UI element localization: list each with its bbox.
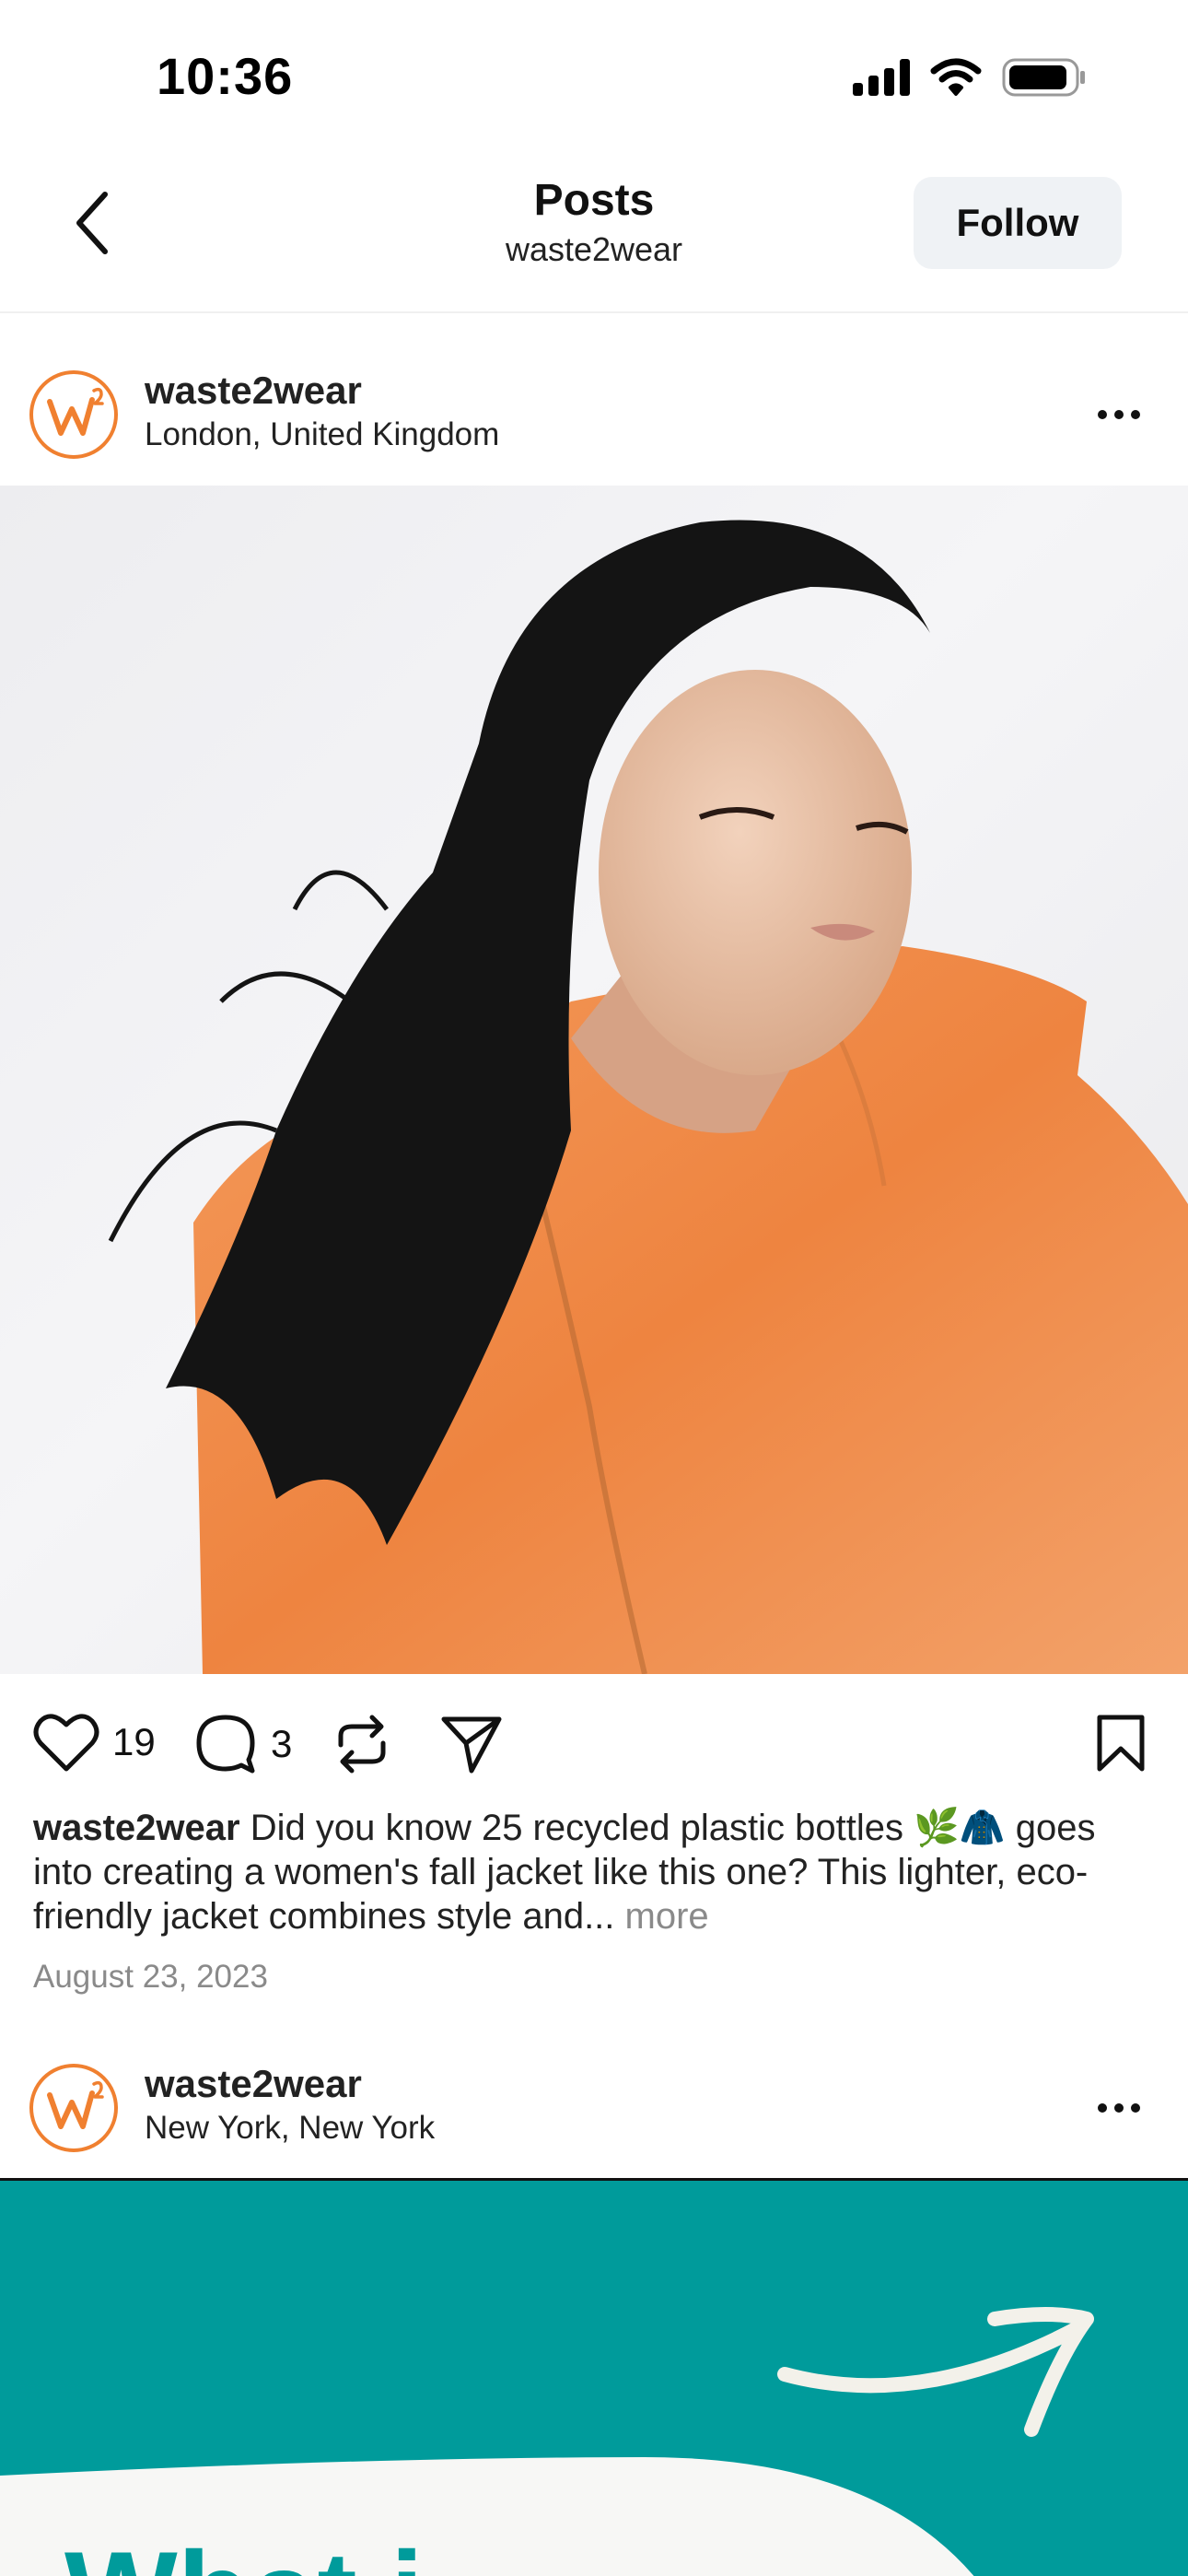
comment-action[interactable]: 3 [193, 1712, 292, 1776]
share-icon [441, 1716, 502, 1774]
bookmark-button[interactable] [1094, 1712, 1147, 1774]
repost-button[interactable] [332, 1712, 392, 1776]
navigation-header: Posts waste2wear Follow [0, 157, 1188, 313]
comment-count: 3 [271, 1722, 293, 1765]
more-icon-dot [1114, 2103, 1124, 2113]
post-actions: 19 3 [0, 1695, 1188, 1787]
more-icon [1098, 2103, 1107, 2113]
heart-icon [33, 1714, 99, 1772]
signal-icon [853, 59, 910, 96]
follow-button[interactable]: Follow [914, 177, 1122, 269]
caption-more-link[interactable]: more [625, 1896, 709, 1937]
wifi-icon [930, 58, 982, 96]
post-image[interactable] [0, 486, 1188, 1674]
caption-username[interactable]: waste2wear [33, 1808, 240, 1848]
post-date: August 23, 2023 [33, 1959, 268, 1995]
post-image-2[interactable] [0, 2178, 1188, 2576]
battery-icon [1002, 58, 1085, 97]
more-icon-dot [1131, 2103, 1140, 2113]
avatar[interactable] [29, 370, 118, 459]
post-location-2[interactable]: New York, New York [145, 2110, 435, 2147]
post-caption: waste2wear Did you know 25 recycled plas… [33, 1806, 1138, 1938]
post-2-partial-text: What i [64, 2524, 424, 2576]
more-icon-dot [1114, 410, 1124, 419]
share-button[interactable] [438, 1712, 505, 1774]
more-options-button[interactable] [1087, 387, 1151, 442]
more-options-button-2[interactable] [1087, 2080, 1151, 2136]
like-action[interactable]: 19 [33, 1712, 156, 1773]
bookmark-icon [1097, 1715, 1145, 1772]
post-header: waste2wear London, United Kingdom [0, 341, 1188, 484]
post-username[interactable]: waste2wear [145, 369, 362, 413]
more-icon-dot [1131, 410, 1140, 419]
status-bar: 10:36 [0, 0, 1188, 157]
status-time: 10:36 [157, 47, 294, 105]
post-header-2: waste2wear New York, New York [0, 2034, 1188, 2177]
more-icon [1098, 410, 1107, 419]
post-location[interactable]: London, United Kingdom [145, 416, 499, 453]
avatar-2[interactable] [29, 2064, 118, 2152]
fashion-photo [108, 520, 1188, 1674]
comment-icon [196, 1715, 255, 1774]
post-username-2[interactable]: waste2wear [145, 2062, 362, 2106]
status-icons [853, 57, 1087, 98]
waste2wear-logo-icon [47, 2080, 104, 2129]
teal-graphic [0, 2307, 1094, 2576]
repost-icon [338, 1715, 386, 1774]
waste2wear-logo-icon [47, 387, 104, 436]
like-count: 19 [112, 1720, 156, 1763]
